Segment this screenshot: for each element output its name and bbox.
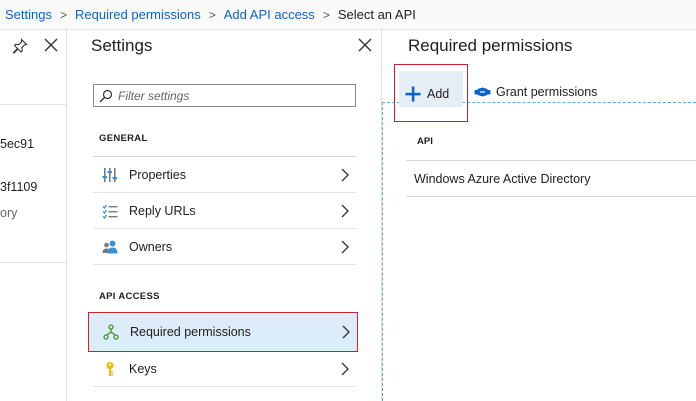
required-permissions-blade: Required permissions Add Grant permissio… xyxy=(382,30,696,401)
breadcrumb-required-permissions[interactable]: Required permissions xyxy=(75,7,201,22)
chevron-right-icon xyxy=(342,325,350,339)
menu-item-label: Properties xyxy=(129,167,186,182)
breadcrumb-separator: > xyxy=(59,7,67,22)
chevron-right-icon xyxy=(341,204,349,217)
menu-item-reply-urls[interactable]: Reply URLs xyxy=(93,193,356,229)
table-row[interactable]: Windows Azure Active Directory xyxy=(406,161,696,197)
divider xyxy=(0,104,66,105)
grant-permissions-icon xyxy=(474,87,491,97)
menu-item-label: Owners xyxy=(129,239,173,254)
grant-permissions-button[interactable]: Grant permissions xyxy=(474,82,597,102)
menu-item-owners[interactable]: Owners xyxy=(93,229,356,265)
menu-item-keys[interactable]: Keys xyxy=(93,351,356,387)
focus-outline xyxy=(382,102,383,401)
pin-icon[interactable] xyxy=(12,38,28,54)
plus-icon xyxy=(405,86,421,102)
breadcrumb-current: Select an API xyxy=(337,7,416,22)
filter-settings-field[interactable] xyxy=(93,84,356,107)
chevron-right-icon xyxy=(341,240,349,253)
section-header-api-access: API ACCESS xyxy=(99,291,160,302)
left-blade: 5ec91 3f1109 ory xyxy=(0,30,67,401)
add-button[interactable]: Add xyxy=(394,64,468,122)
section-header-general: GENERAL xyxy=(99,133,148,144)
left-blade-text: ory xyxy=(0,206,18,220)
divider xyxy=(0,262,66,263)
filter-settings-input[interactable] xyxy=(118,88,348,103)
chevron-right-icon xyxy=(341,168,349,181)
chevron-right-icon xyxy=(341,362,349,375)
reply-urls-icon xyxy=(102,203,118,219)
menu-item-label: Required permissions xyxy=(130,325,251,339)
menu-item-label: Reply URLs xyxy=(129,203,196,218)
grant-permissions-label: Grant permissions xyxy=(496,85,598,99)
breadcrumb-separator: > xyxy=(208,7,216,22)
menu-item-required-permissions[interactable]: Required permissions xyxy=(88,312,358,352)
settings-title: Settings xyxy=(91,36,153,55)
properties-icon xyxy=(102,167,118,183)
menu-item-label: Keys xyxy=(129,361,157,376)
search-icon xyxy=(99,89,113,102)
settings-blade: Settings GENERAL Properties xyxy=(67,30,382,401)
breadcrumb-separator: > xyxy=(322,7,330,22)
api-name: Windows Azure Active Directory xyxy=(414,171,591,186)
owners-icon xyxy=(102,239,118,255)
breadcrumb: Settings > Required permissions > Add AP… xyxy=(0,0,696,30)
close-icon[interactable] xyxy=(356,36,374,54)
add-button-label: Add xyxy=(427,87,450,101)
left-blade-text: 5ec91 xyxy=(0,137,35,151)
api-column-header: API xyxy=(417,136,433,147)
close-icon[interactable] xyxy=(42,36,60,54)
key-icon xyxy=(102,361,118,377)
menu-item-properties[interactable]: Properties xyxy=(93,157,356,193)
left-blade-text: 3f1109 xyxy=(0,180,38,194)
breadcrumb-settings[interactable]: Settings xyxy=(5,7,52,22)
breadcrumb-add-api-access[interactable]: Add API access xyxy=(224,7,315,22)
required-permissions-title: Required permissions xyxy=(408,36,573,55)
permissions-icon xyxy=(103,324,119,340)
